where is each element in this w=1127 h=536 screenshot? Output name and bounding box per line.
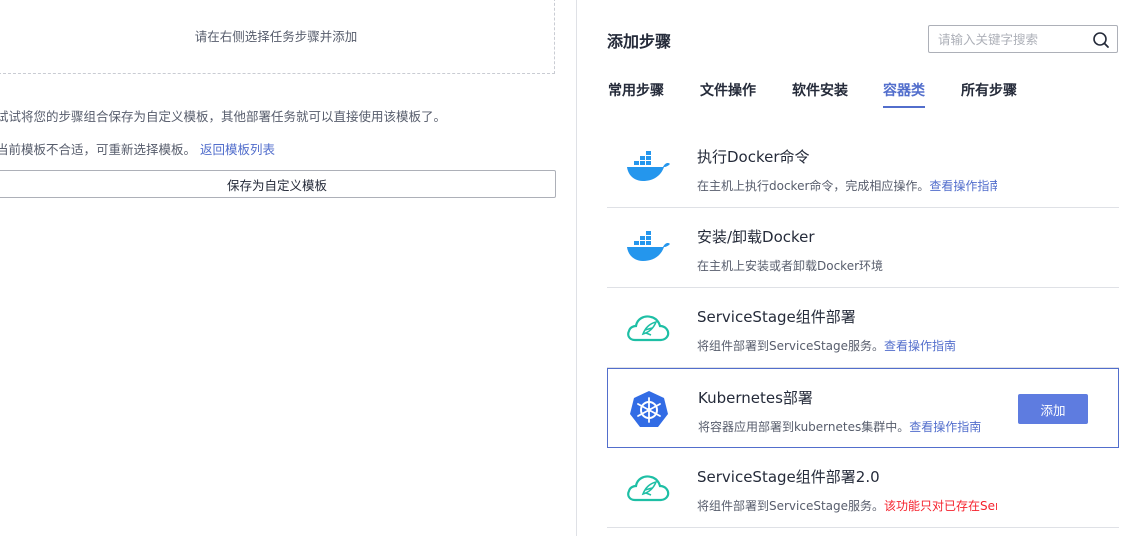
tab-common-steps[interactable]: 常用步骤	[608, 80, 664, 106]
step-description: 将容器应用部署到kubernetes集群中。查看操作指南	[698, 418, 981, 435]
left-pane: 请在右侧选择任务步骤并添加 试试将您的步骤组合保存为自定义模板，其他部署任务就可…	[0, 0, 576, 536]
servicestage-cloud-icon	[627, 315, 670, 342]
step-name: Kubernetes部署	[698, 389, 813, 407]
tab-software-install[interactable]: 软件安装	[792, 80, 848, 106]
guide-link[interactable]: 查看操作指南	[929, 179, 997, 193]
search-box[interactable]	[928, 25, 1118, 53]
step-dropzone[interactable]: 请在右侧选择任务步骤并添加	[0, 0, 555, 74]
docker-icon	[627, 231, 670, 261]
search-input[interactable]	[938, 31, 1088, 47]
step-name: ServiceStage组件部署2.0	[697, 468, 880, 486]
docker-icon	[627, 151, 670, 181]
step-item-kubernetes-deploy[interactable]: Kubernetes部署 将容器应用部署到kubernetes集群中。查看操作指…	[607, 368, 1119, 448]
step-description: 将组件部署到ServiceStage服务。该功能只对已存在Servic	[697, 497, 997, 514]
guide-link[interactable]: 查看操作指南	[884, 339, 956, 353]
save-as-template-button[interactable]: 保存为自定义模板	[0, 170, 556, 198]
back-to-template-list-link[interactable]: 返回模板列表	[200, 142, 275, 157]
step-description: 在主机上执行docker命令，完成相应操作。查看操作指南	[697, 177, 997, 194]
step-name: ServiceStage组件部署	[697, 308, 856, 326]
step-name: 执行Docker命令	[697, 148, 810, 166]
step-name: 安装/卸载Docker	[697, 228, 815, 246]
template-tip: 试试将您的步骤组合保存为自定义模板，其他部署任务就可以直接使用该模板了。	[0, 109, 447, 124]
add-step-button[interactable]: 添加	[1018, 394, 1088, 424]
step-item-install-docker[interactable]: 安装/卸载Docker 在主机上安装或者卸载Docker环境	[607, 208, 1119, 288]
tab-containers[interactable]: 容器类	[883, 80, 925, 108]
reselect-text: 当前模板不合适，可重新选择模板。	[0, 142, 197, 157]
panel-title: 添加步骤	[607, 32, 672, 51]
step-item-servicestage-deploy[interactable]: ServiceStage组件部署 将组件部署到ServiceStage服务。查看…	[607, 288, 1119, 368]
add-step-panel: 添加步骤 常用步骤 文件操作 软件安装 容器类 所有步骤 执行Docker命令	[577, 0, 1127, 536]
warning-text: 该功能只对已存在Servic	[884, 499, 997, 513]
step-desc-text: 将组件部署到ServiceStage服务。	[697, 499, 885, 513]
tab-file-operations[interactable]: 文件操作	[700, 80, 756, 106]
kubernetes-icon	[630, 391, 668, 427]
step-item-docker-command[interactable]: 执行Docker命令 在主机上执行docker命令，完成相应操作。查看操作指南	[607, 128, 1119, 208]
search-icon[interactable]	[1092, 31, 1110, 49]
step-description: 在主机上安装或者卸载Docker环境	[697, 259, 884, 273]
tab-all-steps[interactable]: 所有步骤	[961, 80, 1017, 106]
step-description: 将组件部署到ServiceStage服务。查看操作指南	[697, 337, 956, 354]
step-desc-text: 将容器应用部署到kubernetes集群中。	[698, 420, 910, 434]
guide-link[interactable]: 查看操作指南	[909, 420, 981, 434]
servicestage-cloud-icon	[627, 475, 670, 502]
step-desc-text: 将组件部署到ServiceStage服务。	[697, 339, 885, 353]
step-desc-text: 在主机上执行docker命令，完成相应操作。	[697, 179, 930, 193]
step-item-servicestage-deploy-v2[interactable]: ServiceStage组件部署2.0 将组件部署到ServiceStage服务…	[607, 448, 1119, 528]
dropzone-hint: 请在右侧选择任务步骤并添加	[194, 29, 358, 44]
template-reselect-tip: 当前模板不合适，可重新选择模板。 返回模板列表	[0, 139, 275, 158]
